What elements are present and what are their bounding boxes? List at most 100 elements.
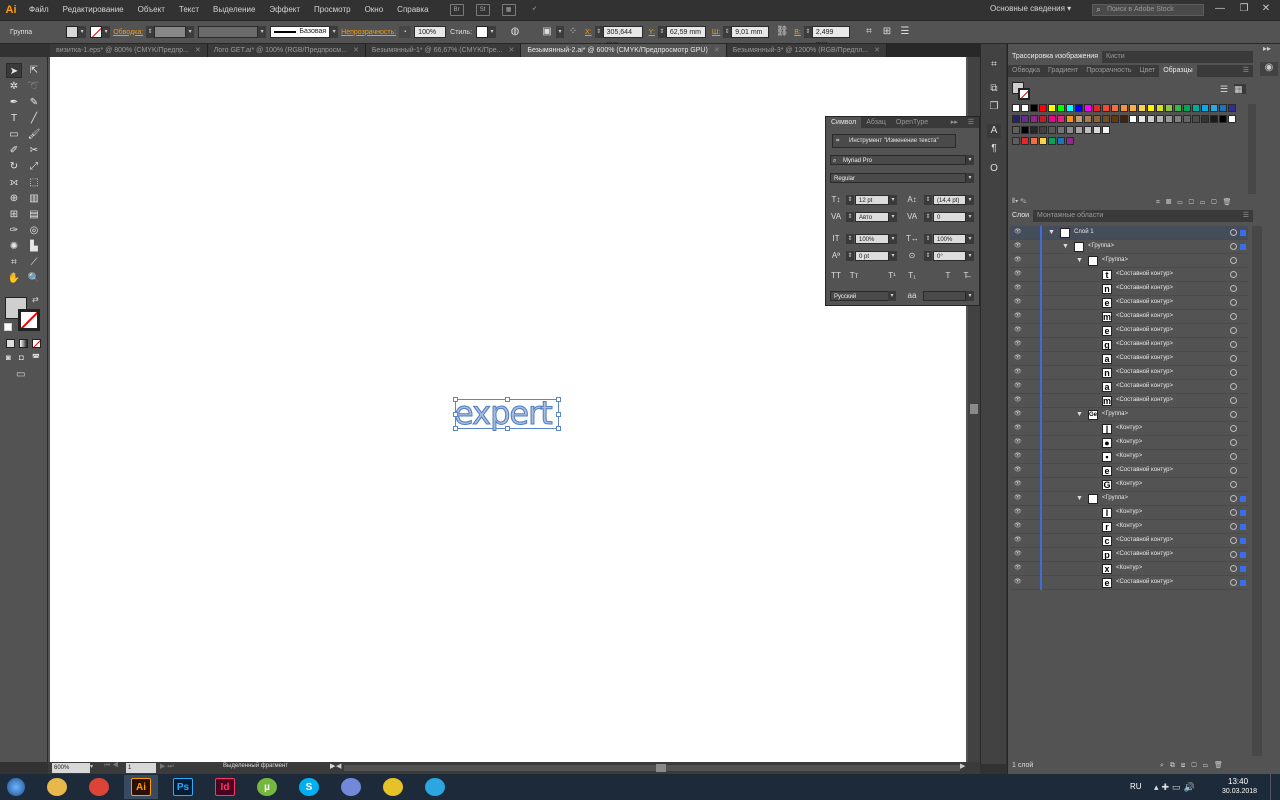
vertical-scroll-thumb[interactable] <box>970 404 978 414</box>
visibility-eye-icon[interactable]: 👁 <box>1014 355 1023 362</box>
tab-paragraph[interactable]: Абзац <box>861 117 891 128</box>
color-swatch[interactable] <box>1048 104 1056 112</box>
horizontal-scale-dropdown[interactable]: ▾ <box>966 234 974 244</box>
type-tool-icon[interactable]: T <box>6 111 22 126</box>
character-panel-icon[interactable]: A <box>987 124 1001 138</box>
pen-tool-icon[interactable]: ✒ <box>6 95 22 110</box>
paintbrush-tool-icon[interactable]: 🖌 <box>26 127 42 142</box>
isolate-group-icon[interactable]: ⊞ <box>880 25 894 39</box>
panel-collapse-icon[interactable]: ▸▸ <box>946 117 963 128</box>
style-dropdown[interactable]: ▾ <box>488 26 497 38</box>
color-swatch[interactable] <box>1039 104 1047 112</box>
color-swatch[interactable] <box>1201 104 1209 112</box>
color-swatch[interactable] <box>1075 115 1083 123</box>
target-circle-icon[interactable] <box>1230 341 1237 348</box>
leading-field[interactable]: (14,4 pt) <box>933 195 966 205</box>
color-swatch[interactable] <box>1219 104 1227 112</box>
zoom-tool-icon[interactable]: 🔍 <box>26 271 42 286</box>
line-tool-icon[interactable]: ╱ <box>26 111 42 126</box>
taskbar-app-photoshop[interactable]: Ps <box>166 775 200 799</box>
tab-stroke[interactable]: Обводка <box>1008 65 1044 77</box>
lasso-tool-icon[interactable]: ➰ <box>26 79 42 94</box>
target-circle-icon[interactable] <box>1230 509 1237 516</box>
target-circle-icon[interactable] <box>1230 285 1237 292</box>
stock-search-input[interactable]: Поиск в Adobe Stock <box>1092 4 1204 16</box>
character-rotation-field[interactable]: 0° <box>933 251 966 261</box>
stroke-color-swatch[interactable] <box>18 309 40 331</box>
layer-name[interactable]: <Составной контур> <box>1116 467 1173 473</box>
stroke-dropdown[interactable]: ▾ <box>102 26 111 38</box>
tab-opentype[interactable]: OpenType <box>891 117 933 128</box>
baseline-shift-stepper[interactable]: ⇕ <box>846 251 854 261</box>
visibility-eye-icon[interactable]: 👁 <box>1014 229 1023 236</box>
expand-triangle-icon[interactable]: ▼ <box>1048 229 1055 236</box>
language-field[interactable]: Русский <box>830 291 892 301</box>
reference-point-icon[interactable]: ⁘ <box>566 25 580 39</box>
target-circle-icon[interactable] <box>1230 397 1237 404</box>
color-swatch[interactable] <box>1066 104 1074 112</box>
color-swatch[interactable] <box>1129 104 1137 112</box>
selection-indicator[interactable] <box>1240 580 1246 586</box>
transform-icon[interactable]: ⌗ <box>862 25 876 39</box>
layer-name[interactable]: <Группа> <box>1102 411 1128 417</box>
horizontal-scroll-thumb[interactable] <box>656 764 666 772</box>
tab-artboards[interactable]: Монтажные области <box>1033 210 1107 222</box>
swatches-menu-icon[interactable]: ☰ <box>1239 65 1253 77</box>
rotate-tool-icon[interactable]: ↻ <box>6 159 22 174</box>
first-artboard-button[interactable]: ⏮ ◀ <box>104 762 119 770</box>
color-swatch[interactable] <box>1057 115 1065 123</box>
visibility-eye-icon[interactable]: 👁 <box>1014 537 1023 544</box>
visibility-eye-icon[interactable]: 👁 <box>1014 313 1023 320</box>
close-tab-icon[interactable]: ✕ <box>714 44 720 57</box>
color-swatch[interactable] <box>1228 115 1236 123</box>
anti-aliasing-dropdown[interactable]: ▾ <box>966 291 974 301</box>
target-circle-icon[interactable] <box>1230 425 1237 432</box>
character-rotation-dropdown[interactable]: ▾ <box>966 251 974 261</box>
default-colors-icon[interactable] <box>4 323 12 331</box>
menu-item[interactable]: Окно <box>358 0 391 20</box>
opacity-field[interactable]: 100% <box>414 26 447 38</box>
layer-row[interactable]: 👁 m <Составной контур> <box>1010 394 1248 408</box>
color-swatch[interactable] <box>1021 104 1029 112</box>
layer-row[interactable]: 👁 t <Составной контур> <box>1010 268 1248 282</box>
visibility-eye-icon[interactable]: 👁 <box>1014 453 1023 460</box>
swatch-libraries-icon[interactable]: ⫴▾ ✎ <box>1012 198 1027 206</box>
color-swatch[interactable] <box>1030 104 1038 112</box>
font-size-field[interactable]: 12 pt <box>855 195 889 205</box>
document-tab[interactable]: Безымянный-1* @ 66,67% (CMYK/Пре... ✕ <box>365 44 522 57</box>
minimize-button[interactable]: — <box>1212 2 1228 16</box>
color-swatch[interactable] <box>1192 104 1200 112</box>
swatches-footer-icons[interactable]: ⌗▦▭▢▭▢🗑 <box>1156 198 1237 207</box>
swatches-scrollbar[interactable] <box>1248 104 1256 194</box>
stroke-weight-stepper[interactable]: ⇕ <box>146 26 155 38</box>
vertical-scale-field[interactable]: 100% <box>855 234 889 244</box>
horizontal-scale-field[interactable]: 100% <box>933 234 966 244</box>
arrange-documents-icon[interactable]: ▦ <box>501 4 516 16</box>
all-caps-icon[interactable]: TT <box>830 271 842 280</box>
target-circle-icon[interactable] <box>1230 495 1237 502</box>
screen-mode-icon[interactable]: ▭ <box>16 369 25 380</box>
hand-tool-icon[interactable]: ✋ <box>6 271 22 286</box>
target-circle-icon[interactable] <box>1230 481 1237 488</box>
target-circle-icon[interactable] <box>1230 369 1237 376</box>
close-tab-icon[interactable]: ✕ <box>508 44 514 57</box>
layer-row[interactable]: 👁 e <Составной контур> <box>1010 576 1248 590</box>
color-swatch[interactable] <box>1156 115 1164 123</box>
selection-indicator[interactable] <box>1240 510 1246 516</box>
menu-item[interactable]: Справка <box>390 0 435 20</box>
subscript-icon[interactable]: T₁ <box>906 271 918 280</box>
language-dropdown[interactable]: ▾ <box>888 291 896 301</box>
baseline-shift-field[interactable]: 0 pt <box>855 251 889 261</box>
layer-name[interactable]: <Контур> <box>1116 481 1142 487</box>
swatch-stroke-indicator[interactable] <box>1018 88 1030 100</box>
layer-row[interactable]: 👁 l <Контур> <box>1010 506 1248 520</box>
visibility-eye-icon[interactable]: 👁 <box>1014 565 1023 572</box>
layer-row[interactable]: 👁 p <Составной контур> <box>1010 548 1248 562</box>
layers-stack-icon[interactable]: ⧉ <box>987 82 1001 96</box>
target-circle-icon[interactable] <box>1230 411 1237 418</box>
visibility-eye-icon[interactable]: 👁 <box>1014 369 1023 376</box>
shape-builder-tool-icon[interactable]: ⊕ <box>6 191 22 206</box>
zoom-field[interactable]: 600% <box>52 763 90 773</box>
selection-indicator[interactable] <box>1240 552 1246 558</box>
taskbar-app-utorrent[interactable]: µ <box>250 775 284 799</box>
